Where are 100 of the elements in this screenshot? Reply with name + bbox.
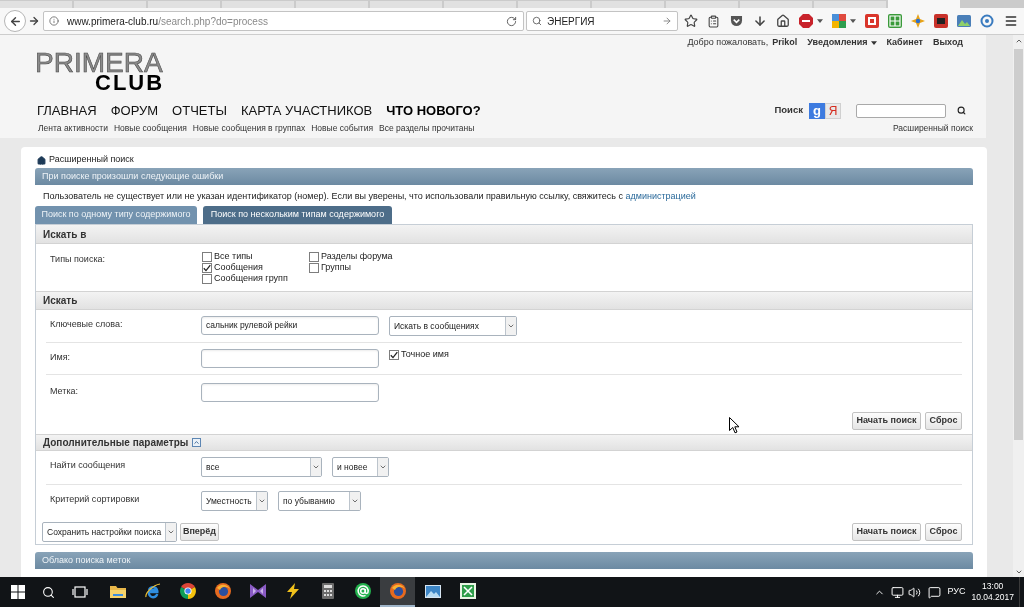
- search-engine-button[interactable]: Я: [825, 102, 841, 119]
- field-label: Ключевые слова:: [49, 318, 124, 331]
- search-field[interactable]: ЭНЕРГИЯ: [526, 11, 678, 31]
- error-header: При поиске произошли следующие ошибки: [35, 168, 973, 185]
- collapse-icon[interactable]: [192, 438, 202, 447]
- search-icon[interactable]: [957, 106, 966, 115]
- breadcrumb-link[interactable]: Расширенный поиск: [49, 153, 134, 167]
- search-icon: [41, 585, 55, 599]
- nav-link[interactable]: ОТЧЕТЫ: [172, 100, 227, 121]
- reload-icon[interactable]: [506, 15, 517, 27]
- caret-icon: [817, 19, 823, 23]
- home-icon[interactable]: [775, 14, 790, 28]
- subnav-link[interactable]: Все разделы прочитаны: [379, 122, 475, 135]
- star-icon[interactable]: [683, 14, 698, 28]
- checkbox[interactable]: [202, 251, 212, 262]
- home-icon[interactable]: [37, 155, 46, 165]
- text-field[interactable]: [201, 349, 379, 368]
- checkbox-label: Сообщения: [214, 260, 263, 274]
- subnav-link[interactable]: Новые сообщения в группах: [192, 122, 306, 135]
- address-bar[interactable]: www.primera-club.ru/search.php?do=process: [43, 11, 524, 31]
- start-search-button[interactable]: Начать поиск: [852, 523, 921, 541]
- menu-icon[interactable]: [1004, 14, 1018, 28]
- arrow-right-icon: [28, 15, 40, 27]
- chevron-down-icon: [310, 458, 321, 476]
- nav-link[interactable]: КАРТА УЧАСТНИКОВ: [240, 100, 373, 121]
- picture-icon: [424, 584, 441, 598]
- start-search-button[interactable]: Начать поиск: [852, 412, 921, 430]
- checkbox[interactable]: [202, 273, 212, 284]
- text-field[interactable]: [201, 383, 379, 402]
- advanced-search-link[interactable]: Расширенный поиск: [892, 122, 973, 135]
- checkbox[interactable]: [202, 262, 212, 273]
- checkmark-icon: [390, 351, 398, 359]
- subnav-link[interactable]: Новые события: [311, 122, 374, 135]
- globe-icon: [214, 583, 231, 599]
- user-menu-link[interactable]: Уведомления: [807, 36, 877, 50]
- subnav-link[interactable]: Новые сообщения: [113, 122, 187, 135]
- username-link[interactable]: Prikol: [772, 36, 798, 50]
- download-icon[interactable]: [752, 14, 767, 28]
- scroll-up-icon[interactable]: [1014, 37, 1023, 45]
- network-icon[interactable]: [891, 585, 905, 599]
- clock-time: 13:00: [982, 581, 1004, 592]
- forward-button[interactable]: Вперёд: [180, 523, 219, 541]
- section-title: Искать: [43, 294, 78, 308]
- scroll-down-icon[interactable]: [1014, 568, 1023, 576]
- field-label: Имя:: [49, 351, 72, 364]
- header-search-field[interactable]: [856, 103, 946, 118]
- checkbox-label: Все типы: [214, 249, 253, 263]
- user-menu-link[interactable]: Выход: [932, 36, 963, 50]
- nav-link[interactable]: ГЛАВНАЯ: [37, 100, 97, 121]
- checkmark-icon: [203, 263, 211, 272]
- dropdown[interactable]: все: [201, 457, 322, 477]
- text-field[interactable]: сальник рулевой рейки: [201, 316, 379, 335]
- nav-link[interactable]: ЧТО НОВОГО?: [386, 100, 481, 121]
- octagon-icon[interactable]: [798, 14, 813, 28]
- arrow-left-icon: [8, 14, 22, 28]
- e-swirl-icon: [144, 583, 161, 599]
- tag-cloud-header: Облако поиска меток: [35, 552, 973, 569]
- dropdown[interactable]: Сохранить настройки поиска: [42, 522, 177, 542]
- user-menu-link[interactable]: Кабинет: [886, 36, 923, 50]
- ring-icon[interactable]: [979, 14, 994, 28]
- language-indicator[interactable]: РУС: [947, 585, 966, 599]
- notification-icon[interactable]: [928, 585, 942, 599]
- checkbox-label: Разделы форума: [321, 249, 393, 263]
- scrollbar-track[interactable]: [1013, 35, 1024, 577]
- subnav-link[interactable]: Лента активности: [38, 122, 108, 135]
- search-tab[interactable]: Поиск по нескольким типам содержимого: [203, 206, 392, 224]
- dropdown[interactable]: и новее: [332, 457, 389, 477]
- checkbox-label: Сообщения групп: [214, 272, 288, 285]
- extension-icon[interactable]: [933, 14, 948, 28]
- checkbox[interactable]: [309, 262, 319, 273]
- logo-text[interactable]: PRIMERA: [35, 52, 163, 73]
- scrollbar-thumb[interactable]: [1014, 49, 1023, 440]
- dropdown[interactable]: по убыванию: [278, 491, 361, 511]
- search-engine-button[interactable]: g: [809, 102, 825, 119]
- checkbox-label: Точное имя: [401, 348, 449, 362]
- shield-icon[interactable]: [730, 15, 743, 27]
- welcome-text: Добро пожаловать,: [687, 36, 769, 50]
- section-title: Дополнительные параметры: [43, 436, 189, 450]
- mouse-cursor-icon: [729, 417, 740, 434]
- nav-link[interactable]: ФОРУМ: [110, 100, 159, 121]
- reset-button[interactable]: Сброс: [925, 412, 962, 430]
- checkbox[interactable]: [309, 251, 319, 262]
- dropdown[interactable]: Искать в сообщениях: [389, 316, 517, 336]
- globe-icon: [389, 583, 406, 599]
- dropdown[interactable]: Уместность: [201, 491, 268, 511]
- back-button[interactable]: [4, 10, 26, 32]
- logo-text[interactable]: CLUB: [95, 73, 165, 92]
- volume-icon[interactable]: [908, 585, 922, 599]
- arrow-right-icon[interactable]: [662, 16, 672, 26]
- wheel-icon: [179, 583, 196, 599]
- administration-link[interactable]: администрацией: [625, 191, 696, 201]
- reset-button[interactable]: Сброс: [925, 523, 962, 541]
- at-sign-icon: [354, 583, 371, 599]
- field-label: Найти сообщения: [49, 459, 127, 472]
- field-label: Критерий сортировки: [49, 493, 141, 506]
- four-panes-icon: [11, 585, 25, 599]
- clipboard-icon[interactable]: [707, 14, 720, 28]
- search-label: Поиск: [774, 103, 803, 118]
- checkbox[interactable]: [389, 350, 399, 360]
- search-icon: [532, 16, 542, 26]
